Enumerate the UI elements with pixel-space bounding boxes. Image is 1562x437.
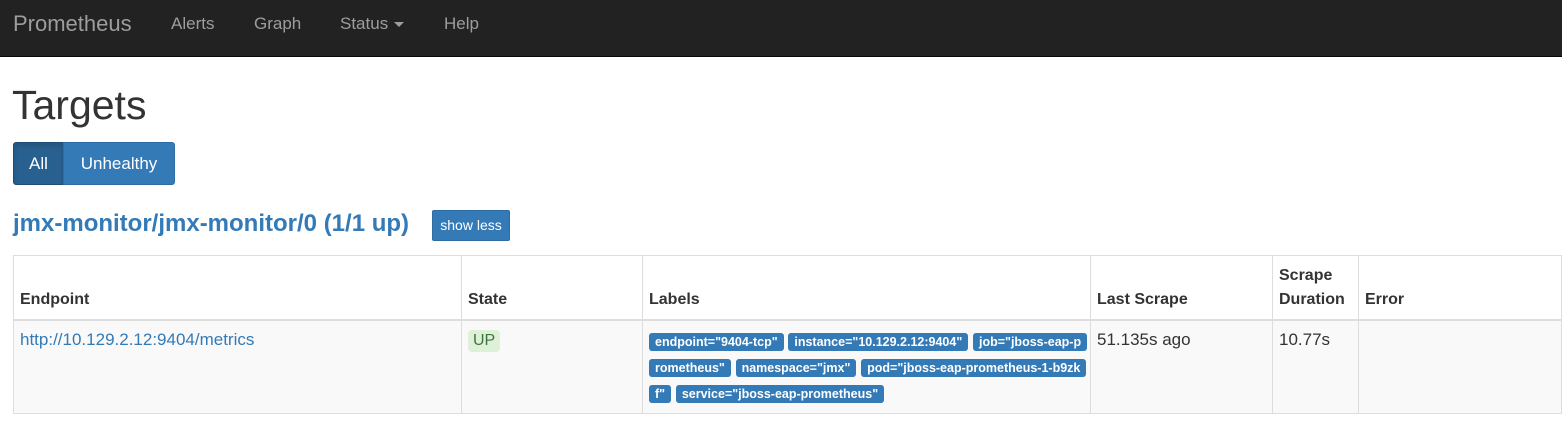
header-error: Error xyxy=(1358,255,1562,321)
label-badge: namespace="jmx" xyxy=(735,358,857,377)
state-badge: UP xyxy=(468,329,501,352)
header-state: State xyxy=(461,255,643,321)
nav-alerts[interactable]: Alerts xyxy=(171,14,214,34)
error-cell xyxy=(1358,319,1562,414)
filter-unhealthy-button[interactable]: Unhealthy xyxy=(63,142,175,185)
header-labels: Labels xyxy=(642,255,1091,321)
last-scrape-cell: 51.135s ago xyxy=(1090,319,1273,414)
label-badge: endpoint="9404-tcp" xyxy=(649,332,784,351)
show-less-button[interactable]: show less xyxy=(432,210,510,241)
nav-status-dropdown[interactable]: Status xyxy=(340,14,405,34)
scrape-duration-cell: 10.77s xyxy=(1272,319,1359,414)
filter-all-button[interactable]: All xyxy=(13,142,64,185)
nav-help[interactable]: Help xyxy=(444,14,479,34)
target-filter-group: All Unhealthy xyxy=(13,142,175,185)
header-scrape-duration: Scrape Duration xyxy=(1272,255,1359,321)
caret-down-icon xyxy=(394,22,405,28)
state-cell: UP xyxy=(461,319,643,414)
table-header-row: Endpoint State Labels Last Scrape Scrape… xyxy=(13,255,1562,321)
endpoint-cell: http://10.129.2.12:9404/metrics xyxy=(13,319,462,414)
table-row: http://10.129.2.12:9404/metrics UP endpo… xyxy=(13,319,1562,414)
page-title: Targets xyxy=(12,82,147,128)
labels-cell: endpoint="9404-tcp" instance="10.129.2.1… xyxy=(642,319,1091,414)
nav-status-label: Status xyxy=(340,14,389,33)
header-endpoint: Endpoint xyxy=(13,255,462,321)
header-last-scrape: Last Scrape xyxy=(1090,255,1273,321)
label-badge: service="jboss-eap-prometheus" xyxy=(675,384,885,403)
brand-link[interactable]: Prometheus xyxy=(13,11,132,37)
top-navbar: Prometheus Alerts Graph Status Help xyxy=(0,0,1562,57)
job-heading-link[interactable]: jmx-monitor/jmx-monitor/0 (1/1 up) xyxy=(13,209,409,239)
nav-graph[interactable]: Graph xyxy=(254,14,301,34)
label-badge: instance="10.129.2.12:9404" xyxy=(788,332,969,351)
endpoint-link[interactable]: http://10.129.2.12:9404/metrics xyxy=(20,330,254,349)
targets-table: Endpoint State Labels Last Scrape Scrape… xyxy=(13,255,1562,414)
